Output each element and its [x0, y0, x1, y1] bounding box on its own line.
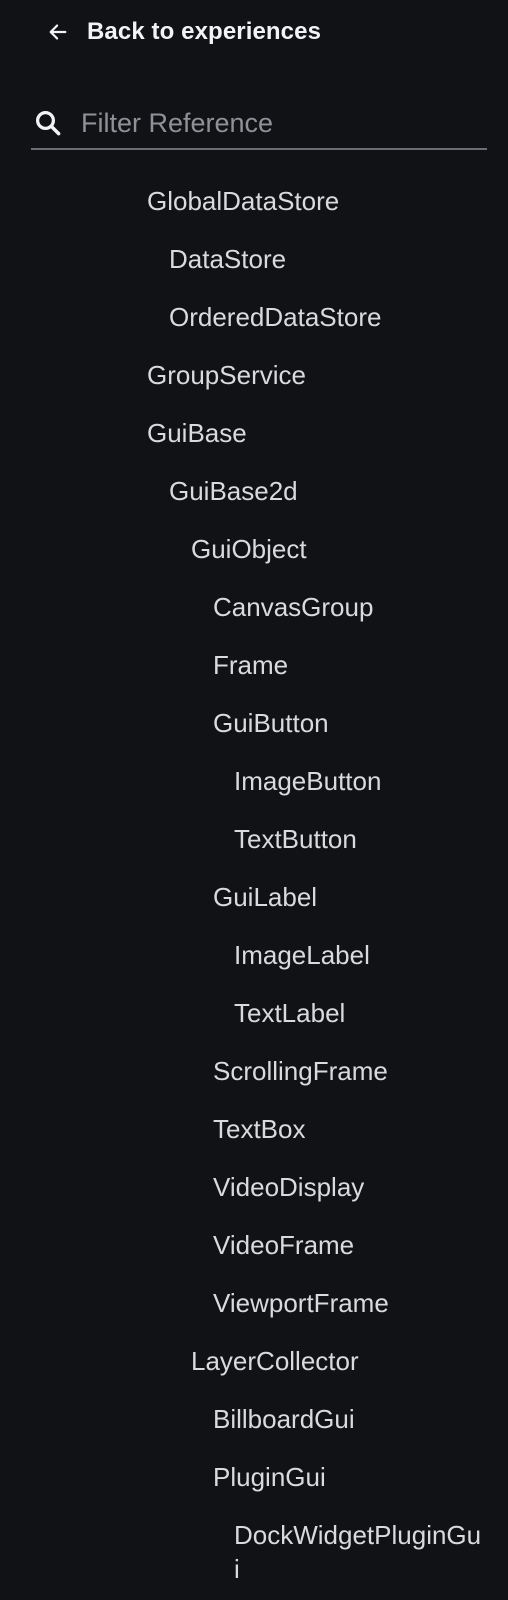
tree-item-viewportframe[interactable]: ViewportFrame	[0, 1274, 508, 1332]
tree-item-guibase2d[interactable]: GuiBase2d	[0, 462, 508, 520]
arrow-left-icon	[49, 24, 67, 40]
tree-item-groupservice[interactable]: GroupService	[0, 346, 508, 404]
filter-reference-search[interactable]	[31, 98, 487, 150]
back-link-label: Back to experiences	[87, 18, 322, 45]
search-icon	[35, 110, 61, 136]
tree-item-guiobject[interactable]: GuiObject	[0, 520, 508, 578]
tree-item-plugingui[interactable]: PluginGui	[0, 1448, 508, 1506]
tree-item-datastore[interactable]: DataStore	[0, 230, 508, 288]
back-to-experiences-link[interactable]: Back to experiences	[47, 14, 321, 50]
tree-item-guibutton[interactable]: GuiButton	[0, 694, 508, 752]
tree-item-guilabel[interactable]: GuiLabel	[0, 868, 508, 926]
tree-item-textbutton[interactable]: TextButton	[0, 810, 508, 868]
tree-item-textbox[interactable]: TextBox	[0, 1100, 508, 1158]
tree-item-canvasgroup[interactable]: CanvasGroup	[0, 578, 508, 636]
tree-item-guibase[interactable]: GuiBase	[0, 404, 508, 462]
tree-item-imagelabel[interactable]: ImageLabel	[0, 926, 508, 984]
tree-item-frame[interactable]: Frame	[0, 636, 508, 694]
tree-item-billboardgui[interactable]: BillboardGui	[0, 1390, 508, 1448]
reference-tree: GlobalDataStore DataStore OrderedDataSto…	[0, 172, 508, 1586]
filter-reference-input[interactable]	[81, 107, 461, 139]
tree-item-imagebutton[interactable]: ImageButton	[0, 752, 508, 810]
tree-item-layercollector[interactable]: LayerCollector	[0, 1332, 508, 1390]
tree-item-videoframe[interactable]: VideoFrame	[0, 1216, 508, 1274]
tree-item-scrollingframe[interactable]: ScrollingFrame	[0, 1042, 508, 1100]
tree-item-videodisplay[interactable]: VideoDisplay	[0, 1158, 508, 1216]
tree-item-dockwidgetplugingui[interactable]: DockWidgetPluginGui	[0, 1506, 484, 1586]
tree-item-ordereddatastore[interactable]: OrderedDataStore	[0, 288, 508, 346]
tree-item-textlabel[interactable]: TextLabel	[0, 984, 508, 1042]
tree-item-globaldatastore[interactable]: GlobalDataStore	[0, 172, 508, 230]
